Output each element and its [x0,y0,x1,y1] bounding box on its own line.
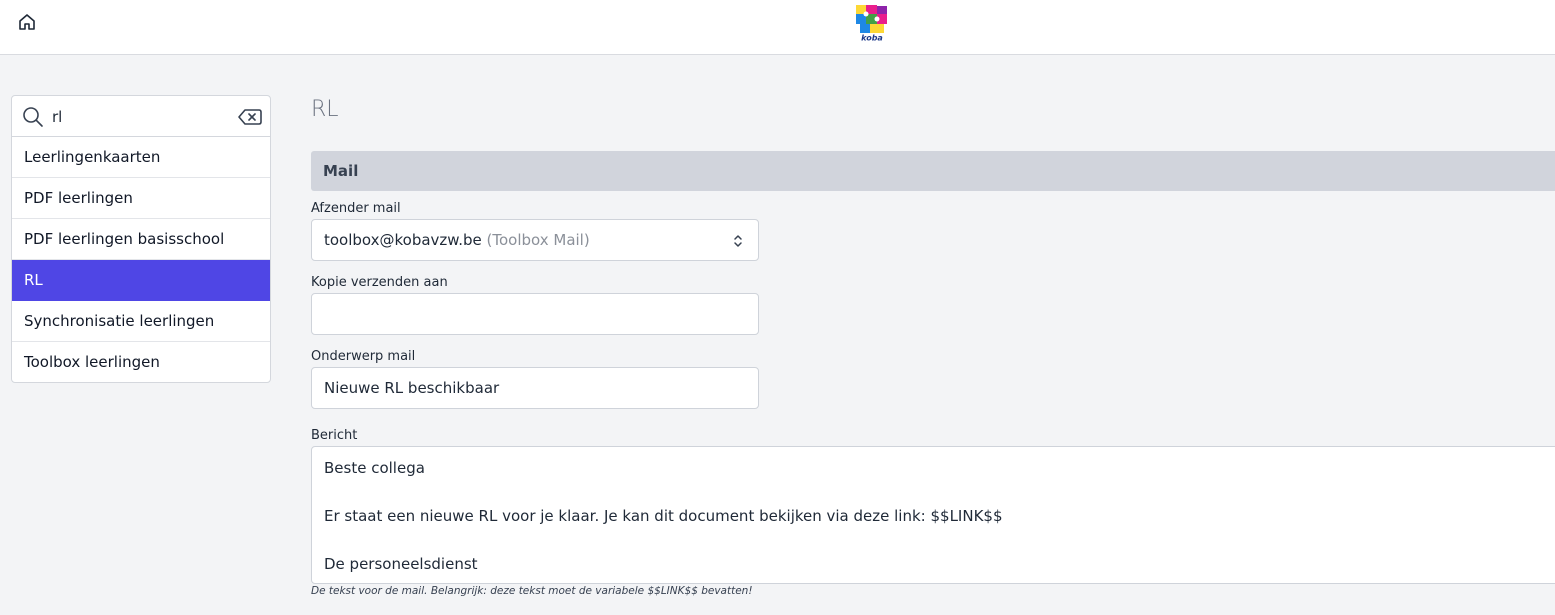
result-item-pdf-leerlingen[interactable]: PDF leerlingen [12,178,270,219]
section-header-mail: Mail [311,151,1555,191]
message-line: De personeelsdienst [324,555,478,573]
search-input[interactable] [52,104,232,130]
result-item-pdf-leerlingen-basisschool[interactable]: PDF leerlingen basisschool [12,219,270,260]
result-item-rl[interactable]: RL [12,260,270,301]
subject-input[interactable]: Nieuwe RL beschikbaar [311,367,759,409]
page-title: RL [311,97,339,122]
backspace-icon[interactable] [238,108,262,126]
message-textarea[interactable]: Beste collega Er staat een nieuwe RL voo… [311,446,1555,584]
result-item-synchronisatie-leerlingen[interactable]: Synchronisatie leerlingen [12,301,270,342]
search-bar [12,96,270,137]
search-icon [23,107,43,127]
message-help-text: De tekst voor de mail. Belangrijk: deze … [311,585,753,597]
result-item-leerlingenkaarten[interactable]: Leerlingenkaarten [12,137,270,178]
message-line: Beste collega [324,459,425,477]
top-bar: koba [0,0,1555,55]
sender-note: (Toolbox Mail) [486,231,590,249]
sender-label: Afzender mail [311,201,401,216]
message-label: Bericht [311,428,358,443]
sender-value: toolbox@kobavzw.be [324,231,482,249]
koba-logo[interactable]: koba [854,4,890,42]
message-line [324,529,1548,553]
result-item-toolbox-leerlingen[interactable]: Toolbox leerlingen [12,342,270,382]
message-line: Er staat een nieuwe RL voor je klaar. Je… [324,507,1003,525]
home-icon[interactable] [17,12,37,32]
subject-label: Onderwerp mail [311,349,416,364]
sender-select[interactable]: toolbox@kobavzw.be (Toolbox Mail) [311,219,759,261]
cc-input[interactable] [311,293,759,335]
message-line [324,481,1548,505]
cc-label: Kopie verzenden aan [311,275,448,290]
search-panel: Leerlingenkaarten PDF leerlingen PDF lee… [11,95,271,383]
logo-text: koba [861,34,883,43]
chevron-up-down-icon [734,235,742,247]
